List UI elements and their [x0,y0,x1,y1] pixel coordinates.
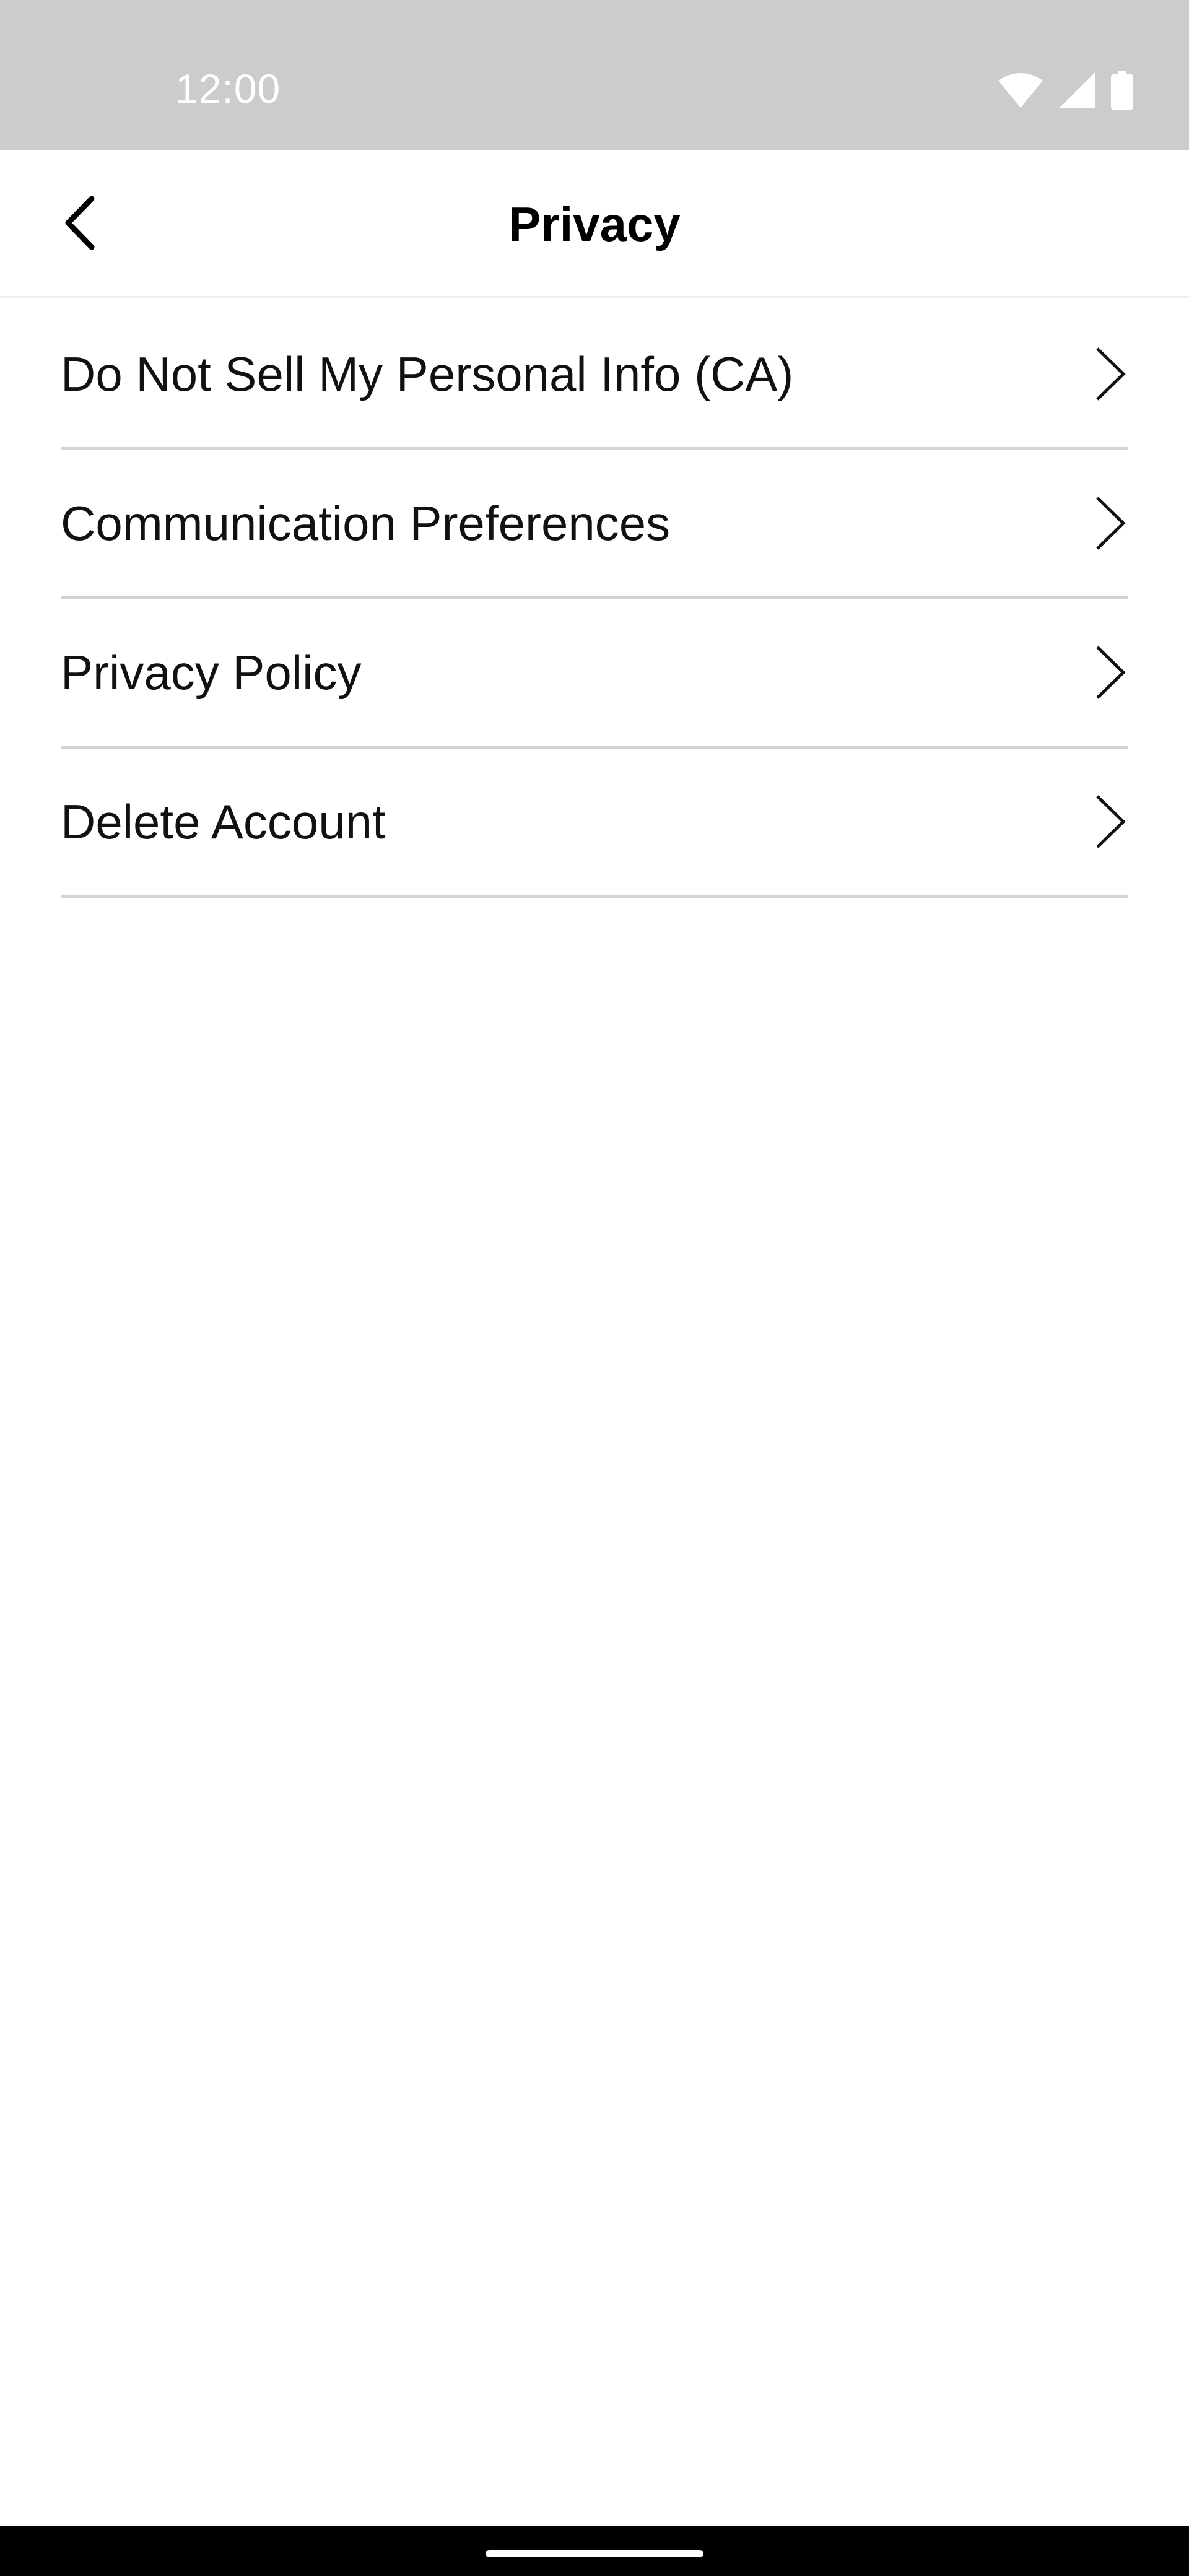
menu-item-privacy-policy[interactable]: Privacy Policy [61,599,1128,749]
chevron-right-icon [1091,494,1128,553]
status-bar: 12:00 [0,0,1189,150]
menu-item-label: Communication Preferences [61,496,671,550]
menu-item-label: Do Not Sell My Personal Info (CA) [61,347,794,401]
home-gesture-handle[interactable] [486,2550,703,2557]
system-navigation-bar [0,2526,1189,2576]
page-title: Privacy [508,197,681,251]
app-bar: Privacy [0,150,1189,298]
chevron-right-icon [1091,792,1128,851]
chevron-right-icon [1091,643,1128,702]
status-time: 12:00 [175,66,281,111]
menu-item-label: Privacy Policy [61,645,362,700]
menu-item-label: Delete Account [61,794,386,849]
battery-icon [1111,71,1133,110]
status-icons [998,69,1133,111]
menu-item-do-not-sell[interactable]: Do Not Sell My Personal Info (CA) [61,301,1128,450]
chevron-right-icon [1091,344,1128,404]
privacy-menu-list: Do Not Sell My Personal Info (CA) Commun… [61,301,1128,898]
privacy-screen: 12:00 Privacy Do Not Sell My Personal In… [0,0,1189,2576]
menu-item-delete-account[interactable]: Delete Account [61,749,1128,898]
wifi-icon [998,73,1043,108]
menu-item-communication-preferences[interactable]: Communication Preferences [61,450,1128,599]
cellular-signal-icon [1059,72,1095,108]
